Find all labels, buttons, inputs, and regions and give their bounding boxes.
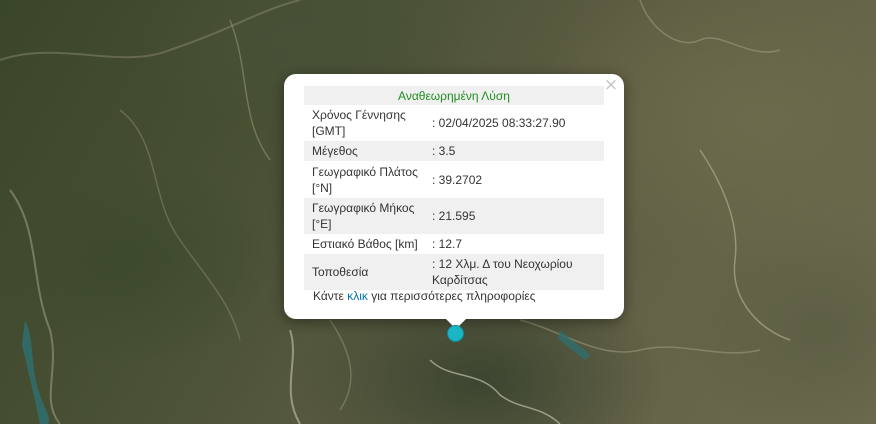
table-row: Αναθεωρημένη Λύση [304,86,604,105]
origin-time-value: : 02/04/2025 08:33:27.90 [432,116,566,130]
table-row: Χρόνος Γέννησης [GMT] : 02/04/2025 08:33… [304,105,604,141]
close-icon[interactable]: × [602,76,620,94]
origin-time-label: Χρόνος Γέννησης [GMT] [312,108,406,138]
longitude-label: Γεωγραφικό Μήκος [°E] [312,201,415,231]
table-row: Εστιακό Βάθος [km] : 12.7 [304,234,604,254]
latitude-value: : 39.2702 [432,172,483,187]
more-info-prefix: Κάντε [313,289,348,303]
depth-label: Εστιακό Βάθος [km] [312,237,418,251]
location-label: Τοποθεσία [312,265,369,279]
more-info-suffix: για περισσότερες πληροφορίες [367,289,536,303]
table-row: Γεωγραφικό Μήκος [°E] : 21.595 [304,198,604,234]
magnitude-value: : 3.5 [432,144,456,158]
latitude-label: Γεωγραφικό Πλάτος [°N] [312,164,418,195]
table-row: Μέγεθος : 3.5 [304,141,604,161]
more-info-line: Κάντε κλικ για περισσότερες πληροφορίες [313,289,536,303]
depth-value: : 12.7 [432,237,463,251]
epicenter-marker-icon[interactable] [447,325,464,342]
table-row: Τοποθεσία : 12 Χλμ. Δ του Νεοχωρίου Καρδ… [304,254,604,290]
more-info-link[interactable]: κλικ [347,289,368,303]
table-row: Γεωγραφικό Πλάτος [°N] : 39.2702 [304,161,604,198]
location-value: : 12 Χλμ. Δ του Νεοχωρίου Καρδίτσας [432,257,573,287]
popup-title: Αναθεωρημένη Λύση [398,88,510,103]
longitude-value: : 21.595 [432,209,476,223]
magnitude-label: Μέγεθος [312,144,358,158]
earthquake-info-table: Αναθεωρημένη Λύση Χρόνος Γέννησης [GMT] … [304,86,604,290]
